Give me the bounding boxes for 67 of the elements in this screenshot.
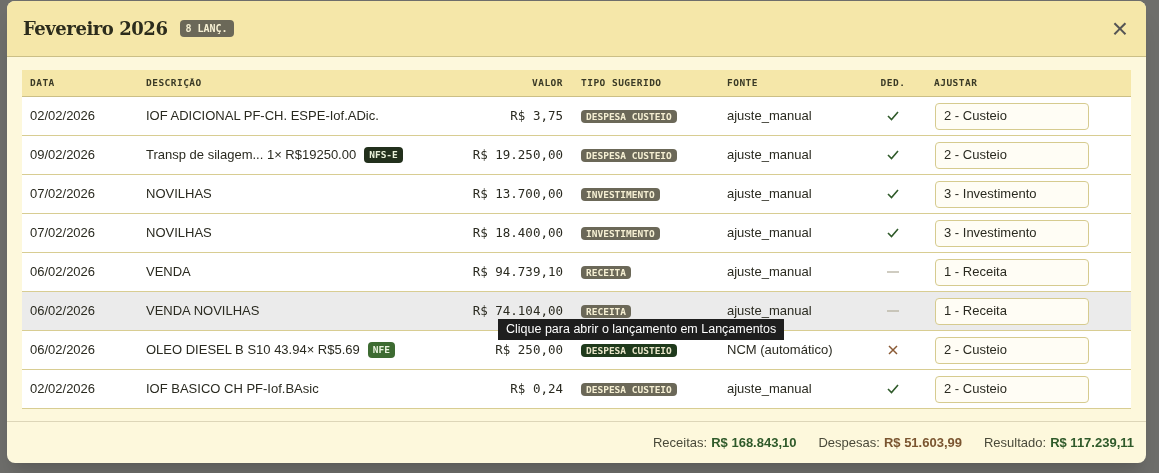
column-header: FONTE	[727, 76, 758, 88]
type-badge: DESPESA CUSTEIO	[581, 383, 677, 397]
document-badge: NFS-E	[364, 146, 403, 164]
type-badge: RECEITA	[581, 305, 632, 319]
type-badge: DESPESA CUSTEIO	[581, 110, 677, 124]
category-select[interactable]: 2 - Custeio	[935, 141, 1089, 169]
category-select[interactable]: 2 - Custeio	[935, 336, 1089, 364]
value-cell: R$ 250,00	[495, 342, 563, 358]
value-cell: R$ 3,75	[510, 108, 563, 124]
source-cell: ajuste_manual	[727, 381, 812, 397]
type-badge: INVESTIMENTO	[581, 188, 660, 202]
value-cell: R$ 94.739,10	[472, 264, 563, 280]
source-cell: ajuste_manual	[727, 303, 812, 319]
count-badge: 8 LANÇ.	[179, 20, 234, 37]
value-cell: R$ 13.700,00	[472, 186, 563, 202]
close-button[interactable]: ×	[1111, 14, 1130, 43]
column-header: TIPO SUGERIDO	[581, 76, 662, 88]
category-select[interactable]: 2 - Custeio	[935, 375, 1089, 403]
value-cell: R$ 0,24	[510, 381, 563, 397]
description-cell-text: Transp de silagem... 1× R$19250.00	[146, 146, 357, 165]
category-select[interactable]: 3 - Investimento	[935, 180, 1089, 208]
column-header: DESCRIÇÃO	[146, 76, 202, 88]
column-header: VALOR	[532, 76, 563, 88]
source-cell: ajuste_manual	[727, 264, 812, 280]
value-cell: R$ 74.104,00	[472, 303, 563, 319]
type-badge: RECEITA	[581, 266, 632, 280]
column-header: AJUSTAR	[934, 76, 978, 88]
tooltip: Clique para abrir o lançamento em Lançamentos	[498, 319, 785, 340]
date-cell: 06/02/2026	[30, 264, 96, 280]
type-badge: DESPESA CUSTEIO	[581, 344, 677, 358]
category-select[interactable]: 2 - Custeio	[935, 102, 1089, 130]
source-cell: ajuste_manual	[727, 147, 812, 163]
category-select[interactable]: 1 - Receita	[935, 258, 1089, 286]
description-cell-text: NOVILHAS	[146, 185, 212, 204]
date-cell: 06/02/2026	[30, 303, 96, 319]
document-badge: NFE	[367, 341, 395, 359]
date-cell: 06/02/2026	[30, 342, 96, 358]
source-cell: NCM (automático)	[727, 342, 833, 358]
description-cell-text: VENDA NOVILHAS	[146, 302, 260, 321]
column-header: DATA	[30, 76, 55, 88]
date-cell: 02/02/2026	[30, 108, 96, 124]
description-cell-text: OLEO DIESEL B S10 43.94× R$5.69	[146, 341, 360, 360]
source-cell: ajuste_manual	[727, 186, 812, 202]
date-cell: 02/02/2026	[30, 381, 96, 397]
total-label: Resultado:	[984, 433, 1047, 452]
source-cell: ajuste_manual	[727, 225, 812, 241]
description-cell-text: NOVILHAS	[146, 224, 212, 243]
column-header: DED.	[880, 76, 906, 88]
value-cell: R$ 19.250,00	[472, 147, 563, 163]
source-cell: ajuste_manual	[727, 108, 812, 124]
category-select[interactable]: 3 - Investimento	[935, 219, 1089, 247]
total-label: Receitas:	[653, 433, 708, 452]
total-value: R$ 51.603,99	[883, 433, 962, 452]
date-cell: 07/02/2026	[30, 225, 96, 241]
description-cell-text: VENDA	[146, 263, 191, 282]
dialog-title: Fevereiro 2026	[23, 17, 168, 41]
date-cell: 09/02/2026	[30, 147, 96, 163]
date-cell: 07/02/2026	[30, 186, 96, 202]
description-cell-text: IOF ADICIONAL PF-CH. ESPE-Iof.ADic.	[146, 107, 379, 126]
type-badge: DESPESA CUSTEIO	[581, 149, 677, 163]
type-badge: INVESTIMENTO	[581, 227, 660, 241]
total-value: R$ 117.239,11	[1050, 433, 1134, 452]
value-cell: R$ 18.400,00	[472, 225, 563, 241]
total-label: Despesas:	[818, 433, 880, 452]
total-value: R$ 168.843,10	[711, 433, 797, 452]
description-cell-text: IOF BASICO CH PF-Iof.BAsic	[146, 380, 319, 399]
category-select[interactable]: 1 - Receita	[935, 297, 1089, 325]
